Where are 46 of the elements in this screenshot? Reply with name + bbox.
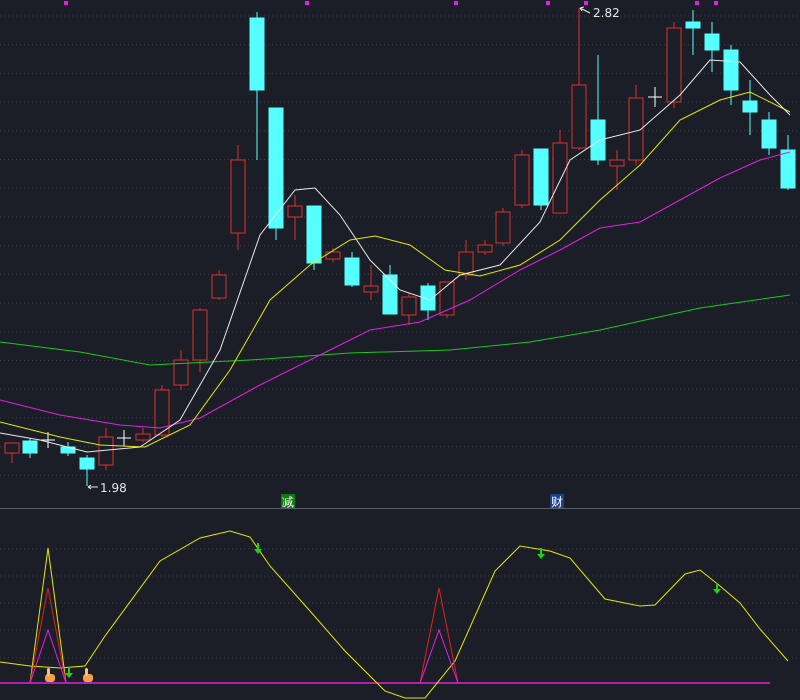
hand-icon <box>83 668 93 682</box>
signal-tag: 财 <box>550 494 564 508</box>
high-price-label: 2.82 <box>593 6 620 20</box>
low-price-label: 1.98 <box>100 481 127 495</box>
pointer-arrow-icon <box>88 484 98 490</box>
candlestick <box>514 150 530 208</box>
candlestick <box>742 80 758 136</box>
candlestick <box>40 432 56 448</box>
down-arrow-icon <box>254 543 262 554</box>
candlestick <box>60 442 76 456</box>
candlestick <box>212 270 226 300</box>
candlestick <box>98 428 114 470</box>
pointer-arrow-icon <box>580 6 590 14</box>
candlestick <box>724 44 738 106</box>
signal-tag: 减 <box>281 494 295 508</box>
candlestick <box>420 282 436 320</box>
candlestick <box>534 148 548 210</box>
candlestick <box>174 350 188 390</box>
candlestick <box>440 282 454 318</box>
candlestick <box>192 308 208 372</box>
candlestick <box>496 208 510 246</box>
candlestick <box>686 10 700 56</box>
candlestick <box>648 86 662 108</box>
candlestick <box>288 194 302 240</box>
candlestick <box>704 22 720 72</box>
candlestick <box>382 264 398 314</box>
candlestick <box>762 112 776 156</box>
candlestick <box>306 206 322 270</box>
candlestick <box>610 150 624 190</box>
candlestick <box>458 240 474 280</box>
candlestick <box>136 428 150 442</box>
candlestick <box>326 248 340 262</box>
candlestick <box>116 430 132 446</box>
candlestick <box>22 438 38 458</box>
down-arrow-icon <box>713 583 721 594</box>
candlestick <box>478 240 492 256</box>
candlestick <box>344 252 360 288</box>
candlestick <box>4 442 20 464</box>
down-arrow-icon <box>65 667 73 678</box>
candlestick <box>364 264 378 300</box>
candlestick <box>780 134 796 190</box>
candlestick <box>80 454 94 486</box>
candlestick <box>402 292 416 326</box>
hand-icon <box>45 668 55 682</box>
down-arrow-icon <box>537 548 545 559</box>
candlestick <box>154 384 170 438</box>
